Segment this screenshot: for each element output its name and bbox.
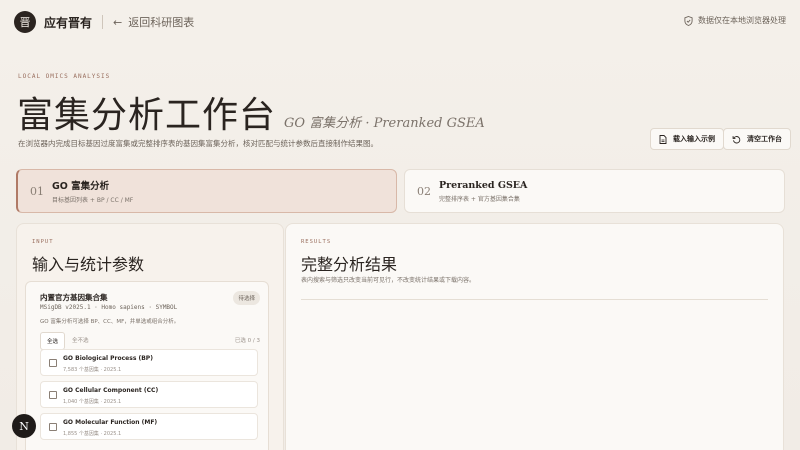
results-panel-title: 完整分析结果: [301, 255, 398, 274]
divider: [301, 299, 768, 300]
mode-description: 完整排序表 + 官方基因集合集: [439, 195, 520, 203]
local-processing-note: 数据仅在本地浏览器处理: [684, 15, 786, 26]
results-eyebrow: RESULTS: [301, 239, 332, 245]
mode-title: Preranked GSEA: [439, 179, 528, 191]
input-panel: INPUT 输入与统计参数 内置官方基因集合集 待选择 MSigDB v2025…: [16, 223, 284, 450]
clear-workspace-label: 清空工作台: [747, 135, 782, 143]
clear-workspace-button[interactable]: 清空工作台: [723, 128, 791, 150]
gene-set-hint: GO 富集分析可选择 BP、CC、MF，并单选或组合分析。: [40, 319, 180, 325]
option-meta: 1,040 个基因集 · 2025.1: [63, 399, 122, 405]
checkbox[interactable]: [49, 423, 57, 431]
select-all-button[interactable]: 全选: [40, 332, 66, 350]
option-title: GO Cellular Component (CC): [63, 387, 159, 394]
option-meta: 1,855 个基因集 · 2025.1: [63, 431, 122, 437]
title-row: 富集分析工作台 GO 富集分析 · Preranked GSEA: [17, 86, 485, 138]
floating-action-button[interactable]: N: [12, 414, 36, 438]
page-subtitle: GO 富集分析 · Preranked GSEA: [284, 116, 485, 131]
gene-set-meta: MSigDB v2025.1 · Homo sapiens · SYMBOL: [40, 304, 178, 311]
gene-set-option-bp[interactable]: GO Biological Process (BP) 7,583 个基因集 · …: [40, 349, 258, 376]
option-title: GO Biological Process (BP): [63, 355, 153, 362]
page-eyebrow: LOCAL OMICS ANALYSIS: [18, 73, 111, 80]
gene-set-option-mf[interactable]: GO Molecular Function (MF) 1,855 个基因集 · …: [40, 413, 258, 440]
input-panel-title: 输入与统计参数: [32, 255, 145, 274]
results-note: 表内搜索与筛选只改变当前可见行，不改变统计结果或下载内容。: [301, 277, 476, 284]
page-title: 富集分析工作台: [17, 95, 277, 136]
status-badge: 待选择: [233, 291, 260, 305]
mode-number: 02: [417, 184, 431, 198]
back-link[interactable]: ← 返回科研图表: [113, 14, 194, 30]
checkbox[interactable]: [49, 391, 57, 399]
load-example-label: 载入输入示例: [673, 135, 715, 143]
selected-count: 已选 0 / 3: [234, 338, 260, 344]
local-note-text: 数据仅在本地浏览器处理: [698, 16, 786, 25]
top-bar: 晋 应有晋有 ← 返回科研图表: [0, 0, 800, 44]
gene-set-option-cc[interactable]: GO Cellular Component (CC) 1,040 个基因集 · …: [40, 381, 258, 408]
document-icon: [659, 134, 667, 144]
checkbox[interactable]: [49, 359, 57, 367]
mode-number: 01: [30, 184, 44, 198]
input-eyebrow: INPUT: [32, 239, 54, 245]
reset-icon: [732, 135, 741, 143]
divider: [102, 15, 104, 29]
mode-card-go[interactable]: 01 GO 富集分析 目标基因列表 + BP / CC / MF: [16, 169, 397, 213]
back-link-label: 返回科研图表: [128, 16, 195, 29]
brand-name[interactable]: 应有晋有: [44, 14, 92, 31]
mode-description: 目标基因列表 + BP / CC / MF: [52, 197, 134, 204]
option-meta: 7,583 个基因集 · 2025.1: [63, 367, 122, 373]
mode-card-gsea[interactable]: 02 Preranked GSEA 完整排序表 + 官方基因集合集: [404, 169, 785, 213]
select-none-button[interactable]: 全不选: [66, 332, 95, 348]
gene-set-card: 内置官方基因集合集 待选择 MSigDB v2025.1 · Homo sapi…: [25, 281, 269, 450]
mode-title: GO 富集分析: [52, 181, 110, 192]
page-description: 在浏览器内完成目标基因过度富集或完整排序表的基因集富集分析，核对匹配与统计参数后…: [18, 139, 378, 148]
logo[interactable]: 晋: [14, 11, 36, 33]
option-title: GO Molecular Function (MF): [63, 419, 158, 426]
load-example-button[interactable]: 载入输入示例: [650, 128, 724, 150]
shield-icon: [684, 15, 693, 26]
gene-set-title: 内置官方基因集合集: [40, 293, 108, 302]
arrow-left-icon: ←: [113, 15, 123, 29]
results-panel: RESULTS 完整分析结果 表内搜索与筛选只改变当前可见行，不改变统计结果或下…: [285, 223, 784, 450]
